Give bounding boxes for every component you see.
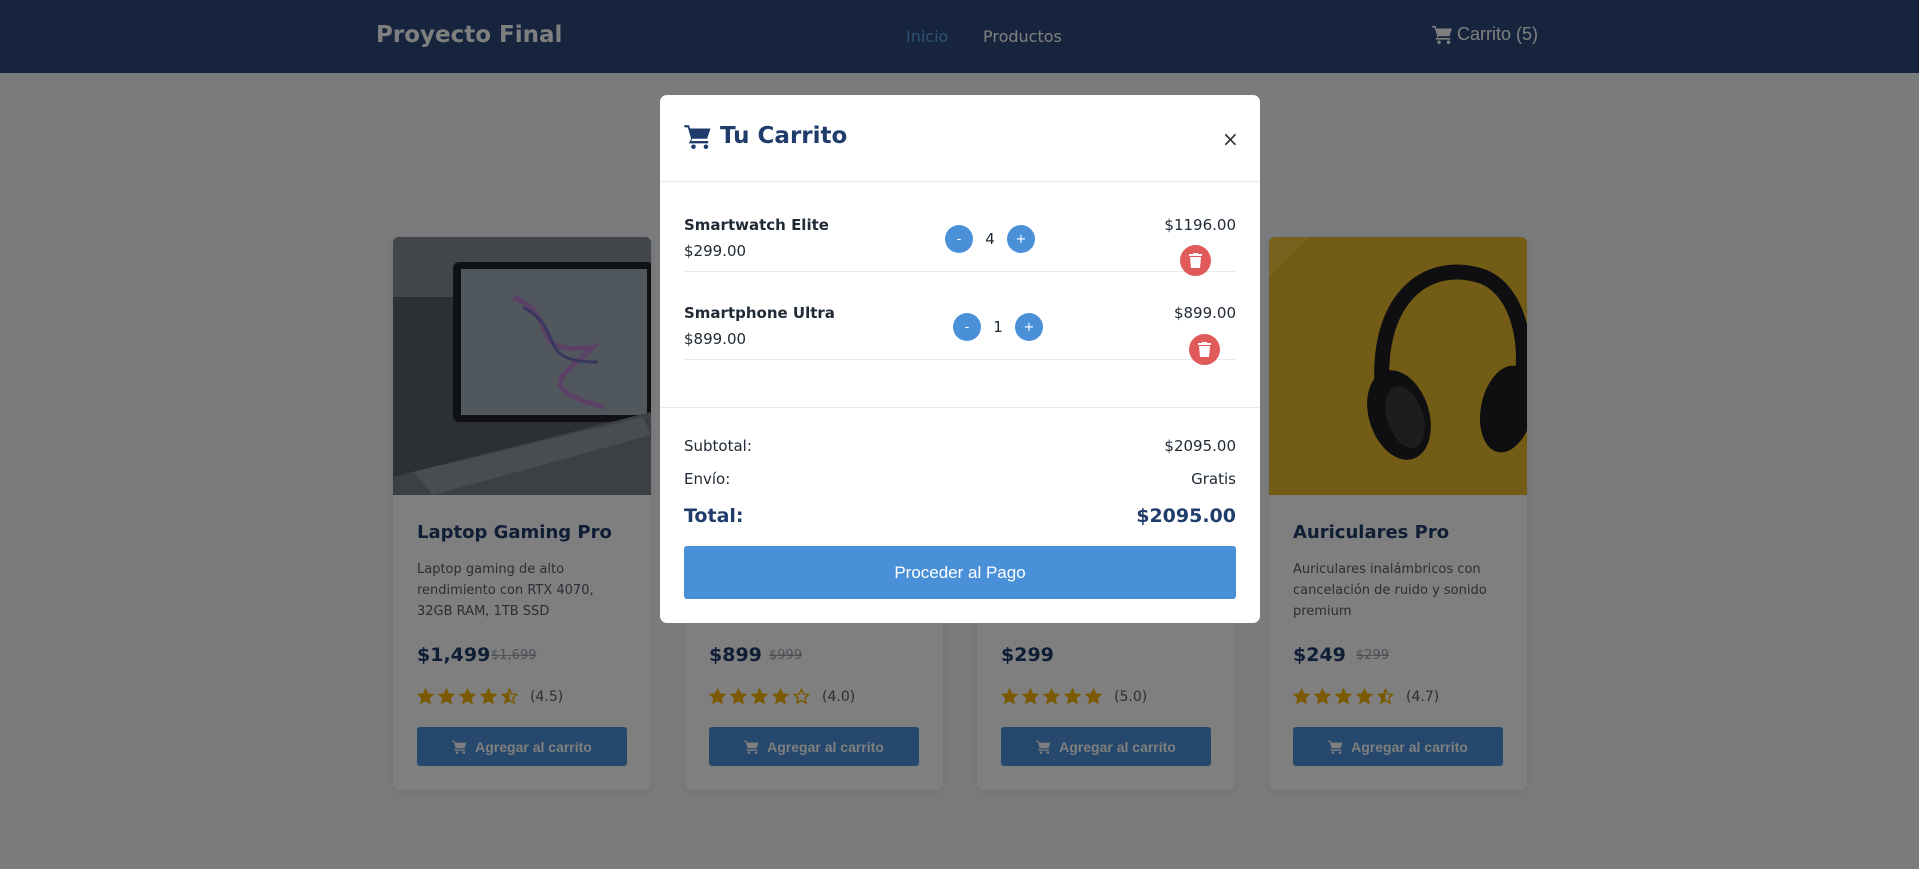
checkout-button[interactable]: Proceder al Pago: [684, 546, 1236, 599]
modal-title-text: Tu Carrito: [720, 123, 848, 149]
modal-header: Tu Carrito ×: [660, 95, 1260, 182]
decrease-quantity-button[interactable]: -: [945, 225, 973, 253]
cart-item-unit-price: $899.00: [684, 330, 747, 348]
cart-modal: Tu Carrito × Smartwatch Elite $299.00 - …: [660, 95, 1260, 623]
shipping-value: Gratis: [1191, 470, 1236, 488]
cart-item: Smartphone Ultra $899.00 - 1 + $899.00: [684, 272, 1236, 365]
increase-quantity-button[interactable]: +: [1015, 313, 1043, 341]
remove-item-button[interactable]: [1189, 334, 1220, 365]
close-icon[interactable]: ×: [1222, 129, 1239, 149]
cart-item-total: $899.00: [1173, 304, 1236, 322]
subtotal-value: $2095.00: [1164, 437, 1236, 455]
cart-item-name: Smartwatch Elite: [684, 216, 829, 234]
quantity-value: 1: [993, 318, 1003, 336]
cart-icon: [684, 124, 711, 149]
decrease-quantity-button[interactable]: -: [953, 313, 981, 341]
cart-item-unit-price: $299.00: [684, 242, 747, 260]
increase-quantity-button[interactable]: +: [1007, 225, 1035, 253]
modal-title: Tu Carrito: [684, 123, 847, 149]
trash-icon: [1189, 253, 1202, 268]
total-value: $2095.00: [1136, 505, 1236, 527]
total-row: Total: $2095.00: [684, 505, 1236, 527]
total-label: Total:: [684, 505, 744, 527]
quantity-value: 4: [985, 230, 995, 248]
cart-item: Smartwatch Elite $299.00 - 4 + $1196.00: [684, 184, 1236, 276]
shipping-label: Envío:: [684, 470, 731, 488]
shipping-row: Envío: Gratis: [684, 470, 1236, 488]
subtotal-label: Subtotal:: [684, 437, 752, 455]
quantity-stepper: - 1 +: [953, 313, 1043, 341]
cart-summary-divider: [660, 407, 1260, 408]
cart-item-name: Smartphone Ultra: [684, 304, 835, 322]
subtotal-row: Subtotal: $2095.00: [684, 437, 1236, 455]
quantity-stepper: - 4 +: [945, 225, 1035, 253]
cart-item-total: $1196.00: [1164, 216, 1236, 234]
trash-icon: [1198, 342, 1211, 357]
